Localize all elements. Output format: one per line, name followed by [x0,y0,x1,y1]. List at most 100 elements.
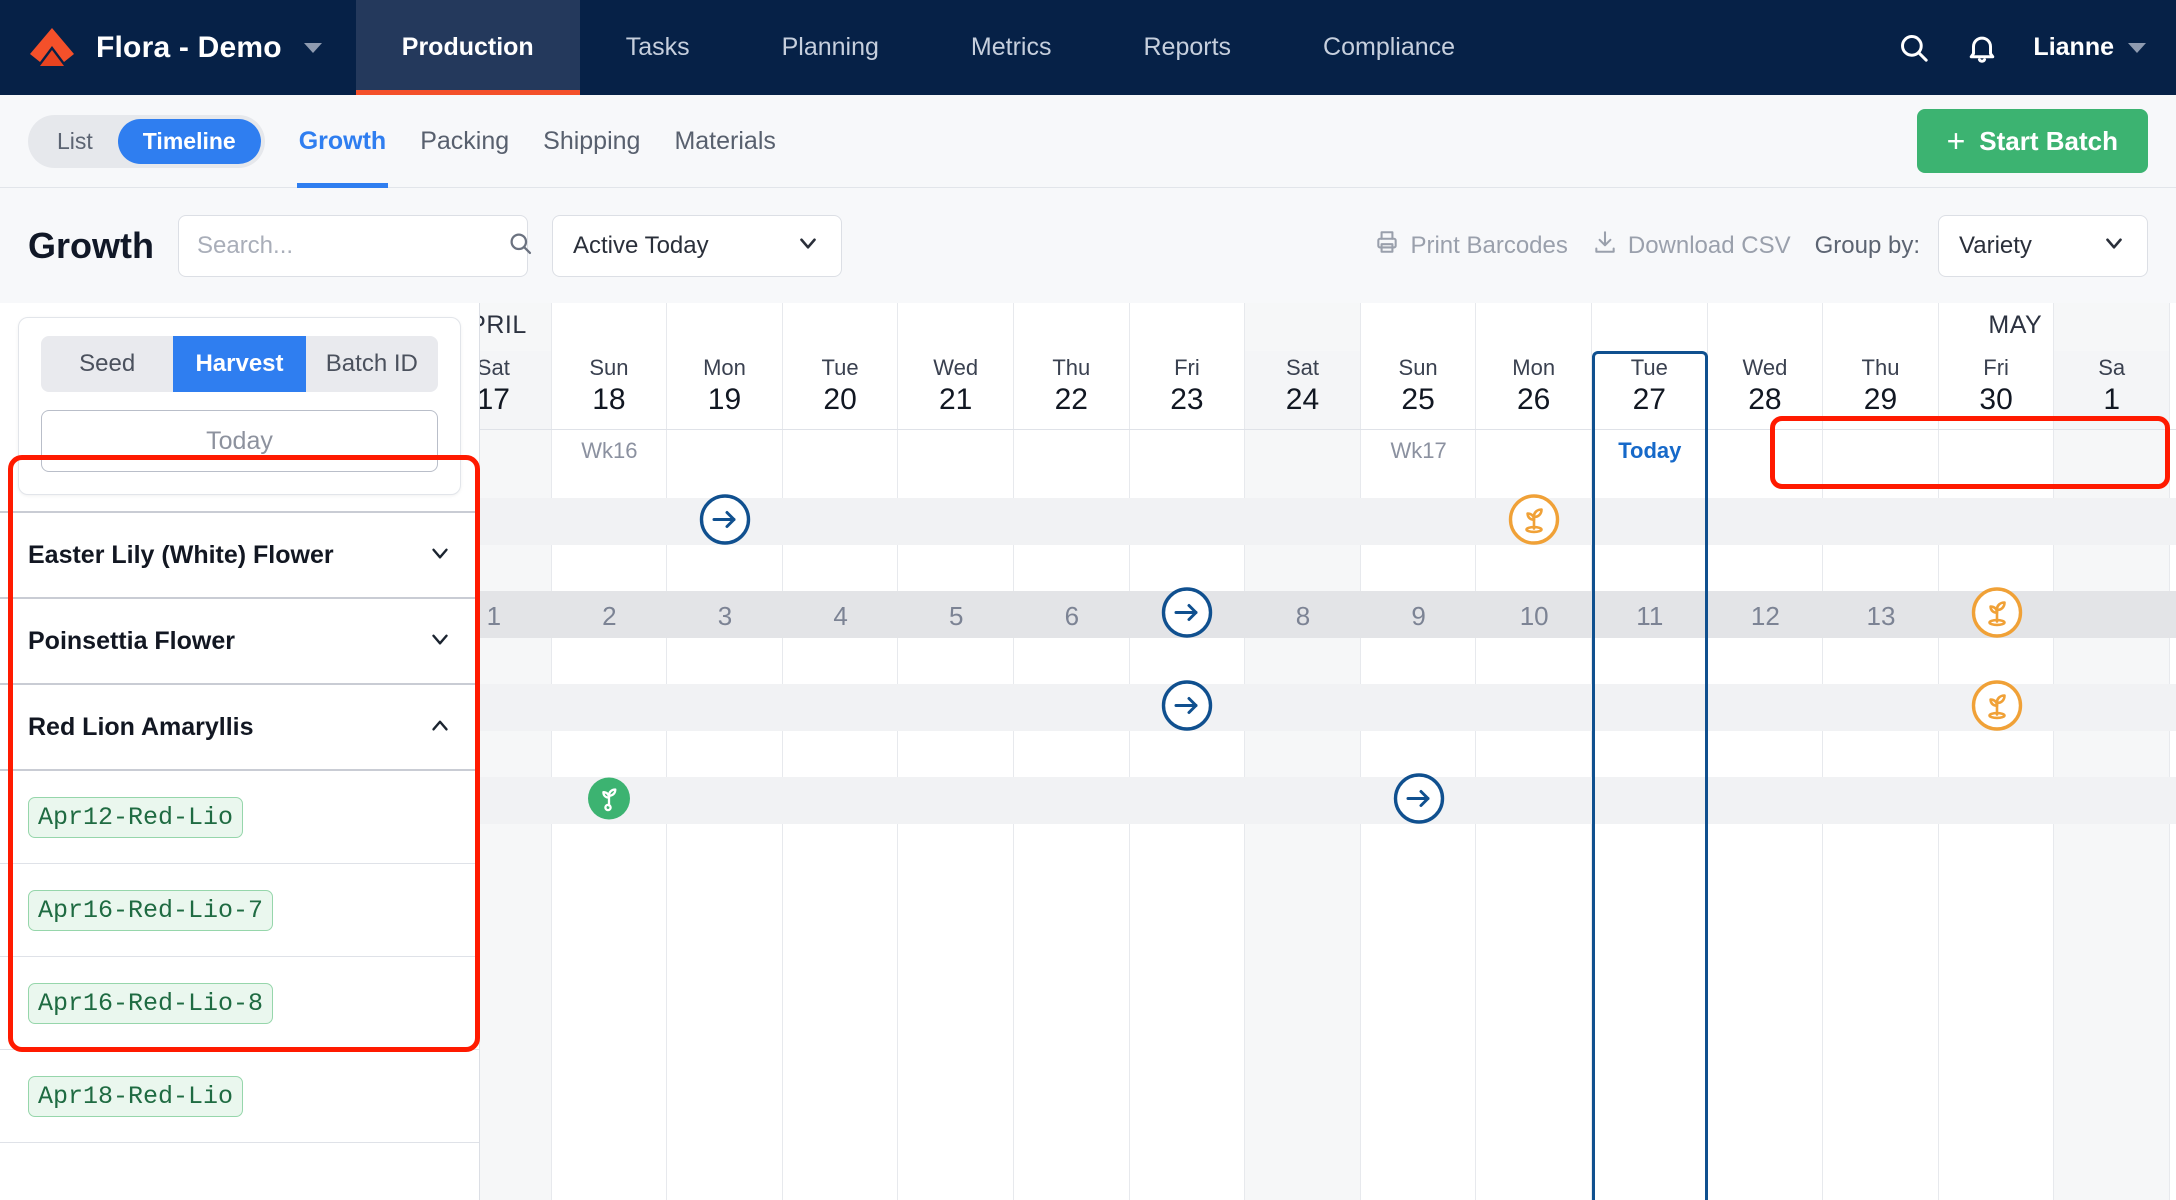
growth-day-number: 5 [948,601,964,631]
day-number-label: 28 [1748,383,1782,416]
month-label: MAY [1988,311,2043,339]
search-input[interactable] [196,231,507,260]
growth-day-number: 4 [833,601,848,631]
day-header[interactable]: Fri 30 [1939,351,2055,429]
day-number-label: 26 [1517,383,1551,416]
month-label: APRIL [480,311,527,339]
growth-day-number: 9 [1411,601,1426,631]
table-row[interactable] [480,475,2176,568]
brand-selector[interactable]: Flora - Demo [0,0,356,95]
nav-tab-production[interactable]: Production [355,0,580,95]
chevron-down-icon [427,540,453,571]
tab-shipping[interactable]: Shipping [543,95,640,188]
main-content: Seed Harvest Batch ID Today Easter Lily … [0,303,2176,1200]
nav-tab-reports[interactable]: Reports [1097,0,1277,95]
day-of-week-label: Wed [933,355,979,380]
day-header[interactable]: Wed 21 [898,351,1014,429]
day-header[interactable]: Sat 17 [480,351,552,429]
bell-icon[interactable] [1965,31,1999,65]
download-csv-button[interactable]: Download CSV [1592,229,1791,262]
growth-day-number: 12 [1750,601,1780,631]
nav-tab-planning[interactable]: Planning [736,0,925,95]
group-row-poinsettia[interactable]: Poinsettia Flower [0,599,479,685]
view-toggle-list[interactable]: List [32,119,118,164]
chevron-down-icon [2128,42,2146,53]
brand-name: Flora - Demo [96,30,282,64]
nav-tab-compliance[interactable]: Compliance [1277,0,1501,95]
growth-day-number: 2 [602,601,617,631]
day-header[interactable]: Tue 20 [783,351,899,429]
search-box[interactable] [177,214,532,277]
chevron-down-icon[interactable] [303,42,322,53]
tab-packing[interactable]: Packing [420,95,509,188]
nav-tab-metrics[interactable]: Metrics [925,0,1098,95]
day-number-label: 23 [1170,383,1204,416]
batch-id-chip: Apr12-Red-Lio [28,796,244,838]
seedling-icon[interactable] [1970,678,2024,737]
day-header[interactable]: Mon 19 [667,351,783,429]
seedling-icon[interactable] [1507,492,1561,551]
day-header[interactable]: Sun 18 [552,351,668,429]
seedling-icon[interactable] [1970,585,2024,644]
nav-tab-label: Tasks [625,33,690,61]
active-filter-select[interactable]: Active Today [551,214,842,277]
day-of-week-label: Sun [1398,355,1438,380]
arrow-right-icon[interactable] [1392,771,1446,830]
plus-icon: + [1946,123,1966,159]
day-header[interactable]: Thu 29 [1823,351,1939,429]
date-mode-seed[interactable]: Seed [41,336,173,392]
print-barcodes-button[interactable]: Print Barcodes [1374,229,1568,262]
day-of-week-label: Tue [821,355,859,380]
group-name: Poinsettia Flower [28,626,235,655]
day-header[interactable]: Tue 27 [1592,351,1708,429]
date-mode-toggle: Seed Harvest Batch ID [41,336,438,392]
nav-tab-tasks[interactable]: Tasks [580,0,736,95]
date-mode-batch-id[interactable]: Batch ID [306,336,438,392]
day-header[interactable]: Thu 22 [1014,351,1130,429]
day-of-week-label: Fri [1983,355,2009,380]
day-number-label: 29 [1863,383,1898,416]
table-row[interactable] [480,661,2176,754]
arrow-right-icon[interactable] [698,492,752,551]
list-item[interactable]: Apr16-Red-Lio-8 [0,957,479,1050]
chevron-down-icon [795,230,821,261]
group-by-select[interactable]: Variety [1938,214,2148,277]
tab-growth[interactable]: Growth [296,95,388,188]
table-row[interactable] [480,754,2176,847]
list-item[interactable]: Apr18-Red-Lio [0,1050,479,1143]
day-header[interactable]: Fri 23 [1130,351,1246,429]
group-row-easter-lily[interactable]: Easter Lily (White) Flower [0,513,479,599]
list-item[interactable]: Apr12-Red-Lio [0,771,479,864]
date-controls-card: Seed Harvest Batch ID Today [18,317,461,495]
day-header[interactable]: Sa 1 [2054,351,2170,429]
date-mode-harvest[interactable]: Harvest [173,336,306,392]
search-icon[interactable] [1897,31,1931,65]
flora-logo-icon [26,22,78,74]
tab-materials[interactable]: Materials [674,95,775,188]
search-icon[interactable] [507,230,534,262]
start-batch-label: Start Batch [1979,125,2118,156]
day-number-label: 24 [1285,383,1320,416]
day-header[interactable]: Wed 28 [1708,351,1824,429]
group-row-red-lion-amaryllis[interactable]: Red Lion Amaryllis [0,685,479,771]
seedling-icon[interactable] [584,773,634,828]
day-number-label: 30 [1979,383,2013,416]
arrow-right-icon[interactable] [1160,585,1214,644]
view-toggle-timeline[interactable]: Timeline [117,118,261,164]
growth-day-number: 3 [717,601,733,631]
day-header[interactable]: Mon 26 [1476,351,1592,429]
growth-day-number: 13 [1866,601,1896,631]
day-header[interactable]: Sat 24 [1245,351,1361,429]
user-menu[interactable]: Lianne [2033,33,2146,62]
day-of-week-label: Sat [480,355,510,380]
arrow-right-icon[interactable] [1160,678,1214,737]
download-icon [1592,229,1618,262]
day-of-week-label: Sat [1285,355,1319,380]
day-header[interactable]: Sun 25 [1361,351,1477,429]
today-button[interactable]: Today [41,410,438,472]
table-row[interactable]: 1 2 3 4 5 6 8 9 10 11 12 13 [480,568,2176,661]
list-item[interactable]: Apr16-Red-Lio-7 [0,864,479,957]
day-number-label: 21 [939,383,973,416]
chevron-down-icon [427,626,453,657]
start-batch-button[interactable]: + Start Batch [1916,109,2148,173]
